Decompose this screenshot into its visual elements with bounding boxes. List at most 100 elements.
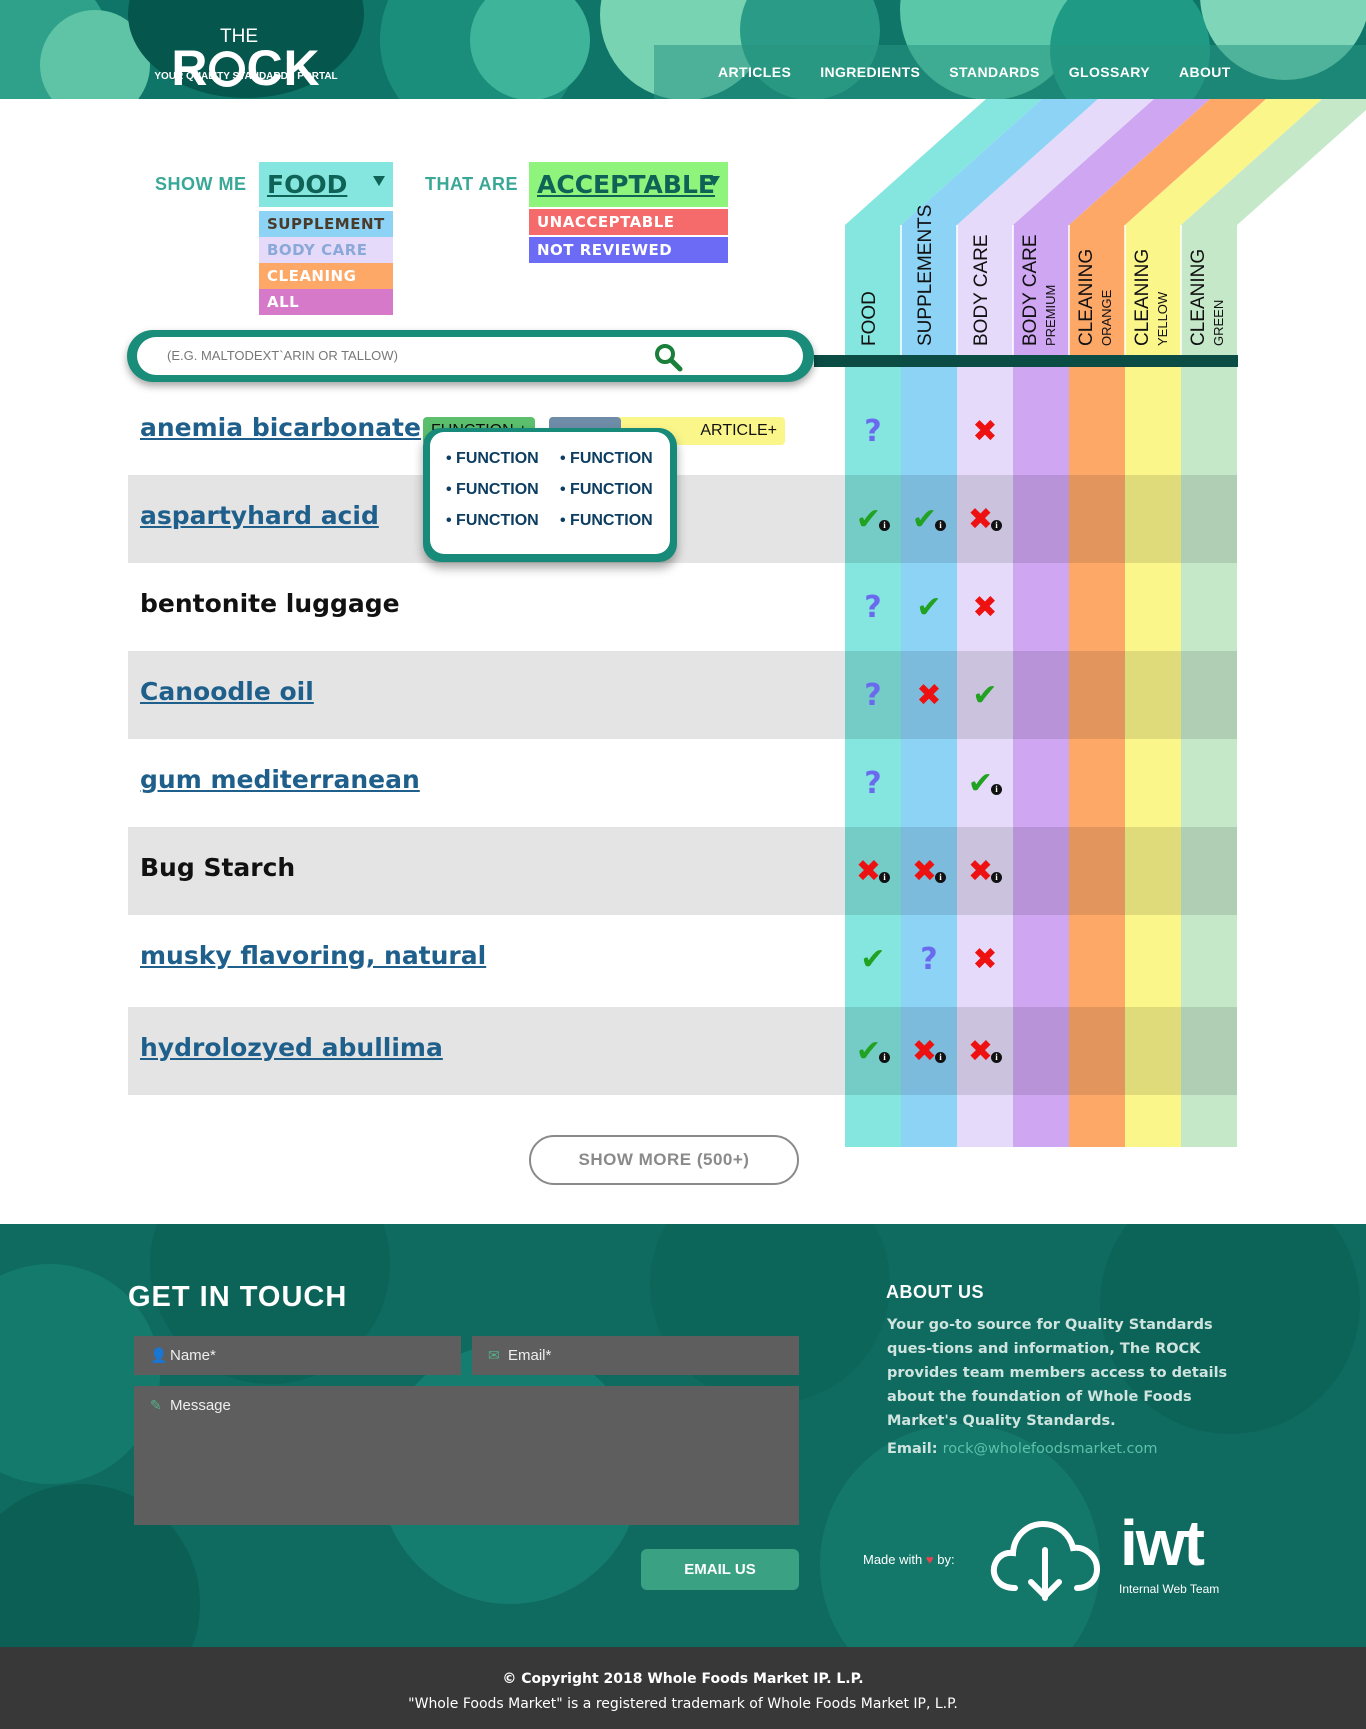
function-item[interactable]: • FUNCTION (560, 481, 674, 512)
rating-cell[interactable]: ✔ i (957, 761, 1013, 805)
nav-articles[interactable]: ARTICLES (718, 64, 791, 80)
name-placeholder: Name* (170, 1347, 216, 1364)
ingredient-name[interactable]: aspartyhard acid (140, 501, 379, 530)
envelope-icon: ✉ (488, 1347, 500, 1363)
col-label-food[interactable]: FOOD (845, 225, 901, 350)
col-label-cleaning-green[interactable]: CLEANING GREEN (1181, 225, 1237, 350)
info-icon[interactable]: i (879, 1051, 891, 1063)
category-selected[interactable]: FOOD (259, 162, 393, 207)
info-icon[interactable]: i (991, 871, 1003, 883)
not-reviewed-icon: ? (864, 413, 882, 449)
email-field[interactable]: ✉ Email* (472, 1336, 799, 1375)
rating-cell[interactable]: ? (845, 585, 901, 629)
rating-cell[interactable]: ✖ i (957, 1029, 1013, 1073)
rating-cell[interactable]: ✖ (901, 673, 957, 717)
info-icon[interactable]: i (935, 871, 947, 883)
col-label-cleaning-yellow[interactable]: CLEANING YELLOW (1125, 225, 1181, 350)
rating-cell[interactable]: ? (845, 673, 901, 717)
function-item[interactable]: • FUNCTION (446, 450, 560, 481)
rating-cell[interactable]: ✖ i (957, 849, 1013, 893)
copyright-line: © Copyright 2018 Whole Foods Market IP. … (502, 1671, 864, 1687)
ingredient-name[interactable]: musky flavoring, natural (140, 941, 486, 970)
site-logo[interactable]: THE R CK YOUR QUALITY STANDARDS PORTAL (128, 0, 364, 98)
cloud-download-icon (990, 1520, 1101, 1601)
pencil-icon: ✎ (150, 1397, 162, 1413)
table-row: hydrolozyed abullima ✔ i ✖ i ✖ i (128, 1007, 1237, 1095)
rating-cell[interactable]: ✔ (901, 585, 957, 629)
status-dropdown[interactable]: ACCEPTABLE UNACCEPTABLE NOT REVIEWED (529, 162, 728, 263)
main-nav: ARTICLES INGREDIENTS STANDARDS GLOSSARY … (654, 45, 1366, 99)
col-label-body-care-premium[interactable]: BODY CARE PREMIUM (1013, 225, 1069, 350)
message-field[interactable]: ✎ Message (134, 1386, 799, 1525)
rating-cell[interactable]: ✔ i (845, 1029, 901, 1073)
rating-cell[interactable]: ? (901, 937, 957, 981)
email-link[interactable]: rock@wholefoodsmarket.com (943, 1441, 1158, 1457)
info-icon[interactable]: i (991, 519, 1003, 531)
rating-cell[interactable]: ? (845, 409, 901, 453)
acceptable-icon: ✔ (972, 677, 998, 713)
rating-cell[interactable]: ✖ (957, 937, 1013, 981)
function-item[interactable]: • FUNCTION (446, 481, 560, 512)
copyright-bar: © Copyright 2018 Whole Foods Market IP. … (0, 1647, 1366, 1729)
rating-cell[interactable]: ✔ (957, 673, 1013, 717)
search-icon[interactable] (653, 342, 683, 372)
email-us-button[interactable]: EMAIL US (641, 1549, 799, 1590)
info-icon[interactable]: i (991, 1051, 1003, 1063)
rating-cell[interactable]: ✖ (957, 585, 1013, 629)
status-option-not-reviewed[interactable]: NOT REVIEWED (529, 237, 728, 263)
status-option-unacceptable[interactable]: UNACCEPTABLE (529, 209, 728, 235)
info-icon[interactable]: i (879, 519, 891, 531)
nav-about[interactable]: ABOUT (1179, 64, 1231, 80)
unacceptable-icon: ✖ (972, 589, 998, 625)
rating-cell[interactable]: ✔ i (901, 497, 957, 541)
category-option-body-care[interactable]: BODY CARE (259, 237, 393, 263)
chevron-down-icon (708, 176, 720, 186)
nav-ingredients[interactable]: INGREDIENTS (820, 64, 920, 80)
rating-cell[interactable]: ✔ (845, 937, 901, 981)
col-label-supplements[interactable]: SUPPLEMENTS (901, 205, 957, 350)
that-are-label: THAT ARE (425, 174, 518, 194)
email-label: Email: (887, 1441, 938, 1457)
message-placeholder: Message (170, 1397, 231, 1414)
name-field[interactable]: 👤 Name* (134, 1336, 461, 1375)
category-option-all[interactable]: ALL (259, 289, 393, 315)
site-footer: GET IN TOUCH 👤 Name* ✉ Email* ✎ Message … (0, 1224, 1366, 1647)
ingredient-name[interactable]: Canoodle oil (140, 677, 314, 706)
fan-band-body-care (957, 99, 1154, 225)
info-icon[interactable]: i (935, 519, 947, 531)
show-more-button[interactable]: SHOW MORE (500+) (529, 1135, 799, 1185)
rating-cell[interactable]: ✖ i (901, 1029, 957, 1073)
table-row: gum mediterranean ? ✔ i (128, 739, 1237, 827)
rating-cell[interactable]: ✔ i (845, 497, 901, 541)
col-label-body-care[interactable]: BODY CARE (957, 225, 1013, 350)
iwt-subtitle: Internal Web Team (1119, 1582, 1220, 1596)
rating-cell[interactable]: ✖ i (901, 849, 957, 893)
ingredient-name[interactable]: hydrolozyed abullima (140, 1033, 443, 1062)
nav-glossary[interactable]: GLOSSARY (1069, 64, 1150, 80)
search-placeholder: (E.G. MALTODEXT`ARIN OR TALLOW) (167, 348, 398, 363)
info-icon[interactable]: i (935, 1051, 947, 1063)
rating-cell[interactable]: ✖ (957, 409, 1013, 453)
info-icon[interactable]: i (879, 871, 891, 883)
rating-cell[interactable]: ✖ i (957, 497, 1013, 541)
info-icon[interactable]: i (991, 783, 1003, 795)
status-selected[interactable]: ACCEPTABLE (529, 162, 728, 207)
fan-band-cleaning-green (1181, 99, 1366, 225)
category-option-cleaning[interactable]: CLEANING (259, 263, 393, 289)
category-dropdown[interactable]: FOOD SUPPLEMENT BODY CARE CLEANING ALL (259, 162, 393, 315)
rating-cell[interactable]: ✖ i (845, 849, 901, 893)
acceptable-icon: ✔ (911, 501, 938, 537)
article-tag-label: ARTICLE+ (700, 422, 777, 439)
function-item[interactable]: • FUNCTION (560, 512, 674, 543)
ingredient-name[interactable]: gum mediterranean (140, 765, 420, 794)
search-input[interactable]: (E.G. MALTODEXT`ARIN OR TALLOW) (137, 337, 803, 375)
function-item[interactable]: • FUNCTION (560, 450, 674, 481)
col-label-cleaning-orange[interactable]: CLEANING ORANGE (1069, 225, 1125, 350)
category-option-supplement[interactable]: SUPPLEMENT (259, 211, 393, 237)
nav-standards[interactable]: STANDARDS (949, 64, 1039, 80)
ingredient-name[interactable]: anemia bicarbonate (140, 413, 421, 442)
iwt-logo[interactable]: iwt Internal Web Team (985, 1507, 1231, 1604)
function-item[interactable]: • FUNCTION (446, 512, 560, 543)
rating-cell[interactable]: ? (845, 761, 901, 805)
fan-band-food (845, 99, 1042, 225)
